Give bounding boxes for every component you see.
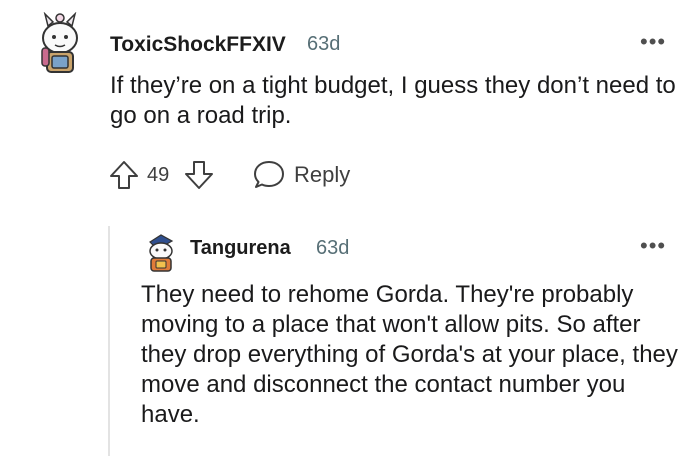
more-options-button[interactable]: ••• [640,233,666,259]
upvote-button[interactable] [108,159,140,191]
comment-author[interactable]: Tangurena [190,237,291,260]
thread-line[interactable] [108,226,110,456]
comment-author[interactable]: ToxicShockFFXIV [110,33,286,57]
reply-label: Reply [294,162,351,187]
vote-score: 49 [147,164,170,186]
comment-body: They need to rehome Gorda. They're proba… [141,281,678,428]
avatar[interactable] [38,11,82,76]
comment-body: If they’re on a tight budget, I guess th… [110,72,676,129]
comment-timestamp[interactable]: 63d [316,237,349,260]
snoo-avatar-icon [149,234,174,272]
upvote-arrow-icon [110,161,138,189]
downvote-arrow-icon [185,161,213,189]
more-options-button[interactable]: ••• [640,29,666,55]
comment-timestamp[interactable]: 63d [307,33,340,56]
avatar[interactable] [145,233,177,273]
snoo-avatar-icon [41,11,78,73]
reply-button[interactable]: Reply [252,155,350,195]
speech-bubble-icon [254,161,284,188]
downvote-button[interactable] [183,159,215,191]
